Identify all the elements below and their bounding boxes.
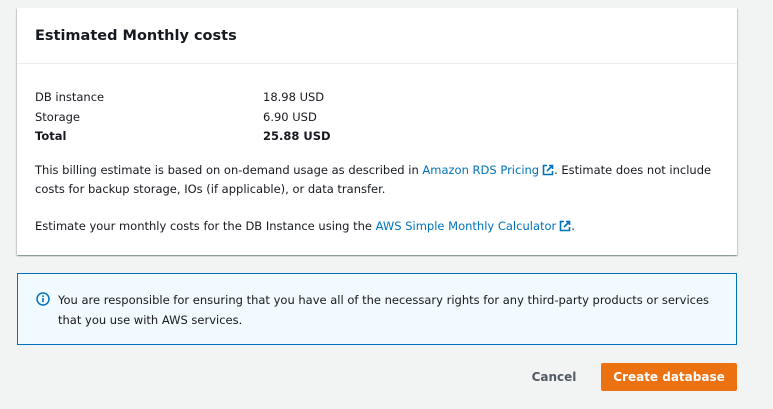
cost-row-db-instance: DB instance 18.98 USD (35, 88, 719, 108)
panel-body: DB instance 18.98 USD Storage 6.90 USD T… (17, 88, 737, 236)
calculator-note-suffix: . (571, 218, 575, 233)
cost-row-total: Total 25.88 USD (35, 127, 719, 147)
calculator-link-text: AWS Simple Monthly Calculator (375, 218, 557, 233)
create-database-button[interactable]: Create database (601, 363, 737, 391)
cancel-button[interactable]: Cancel (520, 363, 588, 391)
aws-simple-monthly-calculator-link[interactable]: AWS Simple Monthly Calculator (376, 219, 572, 233)
cost-row-storage: Storage 6.90 USD (35, 108, 719, 128)
calculator-note: Estimate your monthly costs for the DB I… (35, 217, 719, 236)
amazon-rds-pricing-link[interactable]: Amazon RDS Pricing (422, 163, 554, 177)
cost-table: DB instance 18.98 USD Storage 6.90 USD T… (35, 88, 719, 147)
calculator-note-prefix: Estimate your monthly costs for the DB I… (35, 218, 376, 233)
total-label: Total (35, 129, 67, 144)
estimate-note-prefix: This billing estimate is based on on-dem… (35, 162, 423, 177)
panel-title: Estimated Monthly costs (35, 28, 237, 44)
cost-label: Storage (35, 109, 80, 124)
cost-value: 6.90 USD (263, 109, 317, 124)
total-value: 25.88 USD (263, 129, 331, 144)
page: Estimated Monthly costs DB instance 18.9… (0, 0, 773, 409)
info-alert: You are responsible for ensuring that yo… (17, 273, 737, 345)
estimated-costs-panel: Estimated Monthly costs DB instance 18.9… (17, 8, 737, 255)
cost-value: 18.98 USD (263, 90, 325, 105)
rds-pricing-link-text: Amazon RDS Pricing (422, 162, 540, 177)
external-link-icon (542, 164, 554, 175)
cost-label: DB instance (35, 90, 105, 105)
billing-estimate-note: This billing estimate is based on on-dem… (35, 161, 725, 199)
panel-header: Estimated Monthly costs (17, 8, 737, 64)
external-link-icon (559, 220, 571, 231)
alert-message: You are responsible for ensuring that yo… (58, 293, 710, 327)
info-icon (36, 292, 50, 306)
